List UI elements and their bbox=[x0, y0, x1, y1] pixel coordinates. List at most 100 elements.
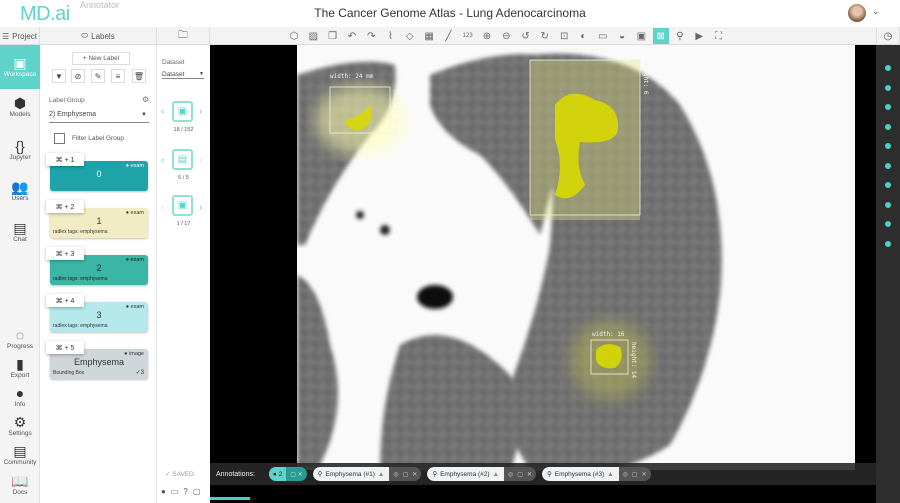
nav-info[interactable]: ● Info bbox=[0, 385, 40, 408]
next-image-arrow[interactable]: › bbox=[199, 202, 202, 213]
drop-button[interactable]: ◒ bbox=[614, 28, 630, 44]
prev-image-arrow[interactable]: ‹ bbox=[161, 202, 164, 213]
numbers-button[interactable]: 123 bbox=[460, 28, 476, 44]
layers-button[interactable]: ▣ bbox=[633, 28, 649, 44]
nav-jupyter[interactable]: {} Jupyter bbox=[0, 138, 40, 161]
nav-community[interactable]: ▤ Community bbox=[0, 443, 40, 466]
annotation-chip[interactable]: ⚲ Emphysema (#3) ▲ ◎ ▢ ✕ bbox=[541, 467, 651, 481]
prev-series-arrow[interactable]: ‹ bbox=[161, 155, 164, 166]
brush-off-button[interactable]: ⌇ bbox=[382, 28, 398, 44]
keyboard-icon[interactable]: ▭ bbox=[171, 487, 179, 496]
filter-label-group-checkbox[interactable] bbox=[54, 133, 65, 144]
close-icon[interactable]: ✕ bbox=[642, 471, 647, 478]
help-icon[interactable]: ? bbox=[183, 487, 187, 496]
label-group-select[interactable]: 2) Emphysema ▼ bbox=[49, 111, 149, 123]
redo-button[interactable]: ↷ bbox=[363, 28, 379, 44]
copy-icon[interactable]: ▢ bbox=[403, 471, 409, 478]
rotate-right-button[interactable]: ↻ bbox=[537, 28, 553, 44]
cube-button[interactable]: ⬡ bbox=[286, 28, 302, 44]
annotation-chip[interactable]: ⚲ Emphysema (#1) ▲ ◎ ▢ ✕ bbox=[312, 467, 422, 481]
zoom-in-button[interactable]: ⊕ bbox=[479, 28, 495, 44]
frame-marker[interactable] bbox=[885, 84, 891, 91]
edit-button[interactable]: ✎ bbox=[91, 69, 105, 83]
nav-workspace[interactable]: ▣ Workspace bbox=[0, 45, 40, 89]
avatar[interactable] bbox=[848, 4, 866, 22]
gear-icon[interactable]: ⚙ bbox=[142, 95, 149, 104]
visibility-icon[interactable]: ◎ bbox=[393, 471, 398, 478]
frame-marker[interactable] bbox=[885, 201, 891, 208]
nav-users[interactable]: 👥 Users bbox=[0, 179, 40, 202]
fullscreen-button[interactable]: ⛶ bbox=[711, 28, 727, 44]
frame-marker[interactable] bbox=[885, 104, 891, 110]
zoom-out-icon: ⊖ bbox=[502, 30, 511, 42]
image-add-button[interactable]: ▨ bbox=[305, 28, 321, 44]
frame-marker[interactable] bbox=[885, 65, 891, 71]
clear-button[interactable]: ≡ bbox=[111, 69, 125, 83]
zoom-out-button[interactable]: ⊖ bbox=[498, 28, 514, 44]
image-button[interactable]: ▣ bbox=[172, 195, 193, 216]
nav-docs[interactable]: 📖 Docs bbox=[0, 473, 40, 496]
filter-button[interactable]: ▼ bbox=[52, 69, 66, 83]
undo-button[interactable]: ↶ bbox=[344, 28, 360, 44]
series-counter: 5 / 5 bbox=[178, 175, 189, 181]
pin-off-button[interactable]: ⚲ bbox=[672, 28, 688, 44]
dataset-select[interactable]: Dataset ▼ bbox=[162, 71, 204, 79]
next-study-arrow[interactable]: › bbox=[199, 106, 202, 117]
mic-icon[interactable]: ● bbox=[161, 487, 166, 496]
frame-marker[interactable] bbox=[885, 123, 891, 130]
center-button[interactable]: ⊡ bbox=[556, 28, 572, 44]
frame-marker[interactable] bbox=[885, 182, 891, 188]
nav-settings[interactable]: ⚙ Settings bbox=[0, 414, 40, 437]
copy-icon[interactable]: ▢ bbox=[517, 471, 523, 478]
series-button[interactable]: ▤ bbox=[172, 149, 193, 170]
close-icon[interactable]: ✕ bbox=[527, 471, 532, 478]
loading-progress bbox=[210, 497, 250, 500]
new-label-button[interactable]: + New Label bbox=[72, 52, 130, 65]
next-series-arrow[interactable]: › bbox=[199, 155, 202, 166]
study-button[interactable]: ▣ bbox=[172, 101, 193, 122]
hide-annotations-button[interactable]: ⊠ bbox=[652, 28, 669, 44]
pen-button[interactable]: ╱ bbox=[440, 28, 456, 44]
nav-export[interactable]: ▮ Export bbox=[0, 356, 40, 379]
project-tab[interactable]: ☰ Project bbox=[0, 27, 40, 45]
folder-tab[interactable]: 🗀 bbox=[157, 27, 210, 45]
frame-marker[interactable] bbox=[885, 240, 891, 247]
visibility-icon[interactable]: ◎ bbox=[623, 471, 628, 478]
grid-button[interactable]: ▦ bbox=[421, 28, 437, 44]
nav-chat[interactable]: ▤ Chat bbox=[0, 220, 40, 243]
dataset-heading: Dataset bbox=[162, 59, 185, 66]
copy-icon[interactable]: ▢ bbox=[632, 471, 638, 478]
close-icon[interactable]: ✕ bbox=[412, 471, 417, 478]
labels-tab[interactable]: ⬭ Labels bbox=[40, 27, 157, 45]
visibility-icon[interactable]: ◎ bbox=[508, 471, 513, 478]
eraser-button[interactable]: ◇ bbox=[402, 28, 418, 44]
nav-progress[interactable]: ◌ Progress bbox=[0, 327, 40, 350]
history-button[interactable]: ◷ bbox=[876, 27, 900, 45]
nav-models[interactable]: ⬢ Models bbox=[0, 95, 40, 118]
annotation-chip[interactable]: ⚲ Emphysema (#2) ▲ ◎ ▢ ✕ bbox=[427, 467, 536, 481]
rotate-left-button[interactable]: ↺ bbox=[518, 28, 534, 44]
feedback-icon[interactable]: ▢ bbox=[193, 487, 201, 496]
play-button[interactable]: ▶ bbox=[691, 28, 707, 44]
frame-marker[interactable] bbox=[885, 221, 891, 227]
copy-button[interactable]: ❐ bbox=[325, 28, 341, 44]
label-card[interactable]: ⌘ + 1 ● exam 0 bbox=[46, 153, 148, 191]
annotations-bar: Annotations: ● 2 ▢ ✕ ⚲ Emphysema (#1) ▲ ◎ ▢ ✕… bbox=[210, 463, 876, 485]
nav-label: Progress bbox=[6, 343, 33, 350]
frame-marker[interactable] bbox=[885, 143, 891, 149]
annotation-count-chip[interactable]: ● 2 ▢ ✕ bbox=[268, 467, 307, 481]
label-card[interactable]: ⌘ + 4 ● exam 3 radlex tags: emphysema bbox=[46, 294, 148, 332]
image-viewer[interactable]: width: 24 mm height: 21 mm width: 44 mm … bbox=[210, 45, 876, 503]
copy-icon[interactable]: ▢ ✕ bbox=[286, 471, 306, 478]
nav-label: Settings bbox=[8, 430, 32, 437]
window-button[interactable]: ▭ bbox=[595, 28, 611, 44]
delete-button[interactable]: 🗑 bbox=[132, 69, 146, 83]
label-card[interactable]: ⌘ + 2 ● exam 1 radlex tags: emphysema bbox=[46, 200, 148, 238]
prev-study-arrow[interactable]: ‹ bbox=[161, 106, 164, 117]
contrast-button[interactable]: ◐ bbox=[575, 28, 591, 44]
label-card[interactable]: ⌘ + 5 ● image Emphysema Bounding Box ✓3 bbox=[46, 341, 148, 379]
hide-button[interactable]: ⊘ bbox=[71, 69, 85, 83]
chevron-down-icon[interactable]: ⌄ bbox=[872, 6, 880, 17]
frame-marker[interactable] bbox=[885, 162, 891, 169]
label-card[interactable]: ⌘ + 3 ● exam 2 radlex tags: emphysema bbox=[46, 247, 148, 285]
